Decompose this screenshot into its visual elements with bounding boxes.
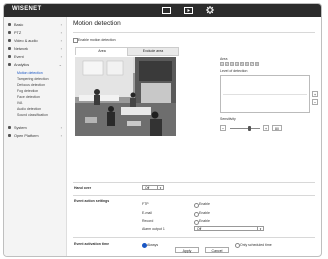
logo: WISENET (12, 6, 42, 12)
sidebar-item-open-platform[interactable]: Open Platform › (4, 132, 66, 140)
chevron-right-icon: › (60, 46, 62, 51)
area-button-8[interactable]: 8 (255, 62, 259, 66)
camera-icon (8, 23, 11, 26)
live-view-icon[interactable] (160, 5, 172, 15)
level-down-button[interactable]: − (312, 99, 318, 105)
divider (73, 195, 315, 196)
email-label: E-mail (142, 211, 152, 215)
scheduled-label: Only scheduled time (240, 242, 272, 247)
alarm-output-select[interactable]: Off ▾ (194, 226, 264, 231)
chevron-down-icon: ⌄ (58, 62, 62, 67)
subitem-sound-classification[interactable]: Sound classification (17, 113, 48, 117)
chevron-right-icon: › (60, 30, 62, 35)
sensitivity-increase-button[interactable]: + (263, 125, 269, 131)
hand-over-label: Hand over (74, 186, 92, 190)
tab-area[interactable]: Area (75, 47, 129, 55)
level-of-detection-graph (220, 75, 310, 113)
email-enable-label: Enable (199, 211, 210, 215)
enable-motion-detection-label: Enable motion detection (78, 37, 116, 42)
chevron-right-icon: › (60, 125, 62, 130)
level-up-button[interactable]: + (312, 91, 318, 97)
graph-gridline (223, 94, 307, 95)
event-activation-time-label: Event activation time (74, 242, 110, 246)
sensitivity-value[interactable]: 80 (272, 125, 282, 131)
subitem-iva[interactable]: IVA (17, 101, 22, 105)
area-button-2[interactable]: 2 (225, 62, 229, 66)
top-bar: WISENET (4, 4, 321, 17)
sidebar-item-ptz[interactable]: PTZ › (4, 29, 66, 37)
sensitivity-decrease-button[interactable]: − (220, 125, 226, 131)
open-platform-icon (8, 134, 11, 137)
chevron-down-icon: ▾ (257, 227, 263, 231)
sensitivity-label: Sensitivity (220, 117, 236, 121)
subitem-defocus-detection[interactable]: Defocus detection (17, 83, 45, 87)
area-label: Area (220, 57, 228, 61)
area-button-5[interactable]: 5 (240, 62, 244, 66)
subitem-face-detection[interactable]: Face detection (17, 95, 40, 99)
analytics-icon (8, 63, 11, 66)
always-label: Always (147, 242, 159, 247)
divider (73, 182, 315, 183)
tab-exclude-area[interactable]: Exclude area (127, 47, 179, 56)
sidebar-item-analytics[interactable]: Analytics ⌄ (4, 61, 66, 69)
event-action-settings-label: Event action settings (74, 199, 110, 203)
sensitivity-slider-handle[interactable] (248, 125, 251, 131)
area-button-7[interactable]: 7 (250, 62, 254, 66)
subitem-tampering-detection[interactable]: Tampering detection (17, 77, 49, 81)
network-icon (8, 47, 11, 50)
sidebar-item-basic[interactable]: Basic › (4, 21, 66, 29)
cancel-button[interactable]: Cancel (205, 247, 229, 253)
record-enable-label: Enable (199, 219, 210, 223)
area-button-3[interactable]: 3 (230, 62, 234, 66)
browser-frame: WISENET Basic › PTZ › Video & audio › Ne… (3, 3, 322, 257)
video-icon (8, 39, 11, 42)
hand-over-select[interactable]: Off ▾ (142, 185, 164, 190)
settings-gear-icon[interactable] (204, 5, 216, 15)
sensitivity-slider[interactable] (230, 125, 260, 131)
subitem-motion-detection[interactable]: Motion detection (17, 71, 43, 75)
ftp-enable-label: Enable (199, 202, 210, 206)
area-button-1[interactable]: 1 (220, 62, 224, 66)
event-icon (8, 55, 11, 58)
divider (73, 32, 315, 33)
ftp-label: FTP (142, 202, 149, 206)
alarm-output-label: Alarm output 1 (142, 227, 165, 231)
camera-video-preview[interactable] (75, 57, 176, 136)
chevron-right-icon: › (60, 38, 62, 43)
record-label: Record (142, 219, 154, 223)
chevron-down-icon: ▾ (157, 186, 163, 190)
sidebar-item-event[interactable]: Event › (4, 53, 66, 61)
chevron-right-icon: › (60, 22, 62, 27)
apply-button[interactable]: Apply (175, 247, 199, 253)
subitem-fog-detection[interactable]: Fog detection (17, 89, 38, 93)
level-of-detection-label: Level of detection (220, 69, 248, 73)
video-image (75, 57, 176, 136)
divider (73, 237, 315, 238)
sidebar-item-video-audio[interactable]: Video & audio › (4, 37, 66, 45)
playback-icon[interactable] (182, 5, 194, 15)
sidebar: Basic › PTZ › Video & audio › Network › … (4, 17, 67, 256)
chevron-right-icon: › (60, 133, 62, 138)
system-icon (8, 126, 11, 129)
sidebar-item-network[interactable]: Network › (4, 45, 66, 53)
main-content: Motion detection Enable motion detection… (67, 17, 321, 256)
page-title: Motion detection (73, 20, 121, 27)
chevron-right-icon: › (60, 54, 62, 59)
subitem-audio-detection[interactable]: Audio detection (17, 107, 41, 111)
area-button-6[interactable]: 6 (245, 62, 249, 66)
ptz-icon (8, 31, 11, 34)
area-button-4[interactable]: 4 (235, 62, 239, 66)
sidebar-item-system[interactable]: System › (4, 124, 66, 132)
